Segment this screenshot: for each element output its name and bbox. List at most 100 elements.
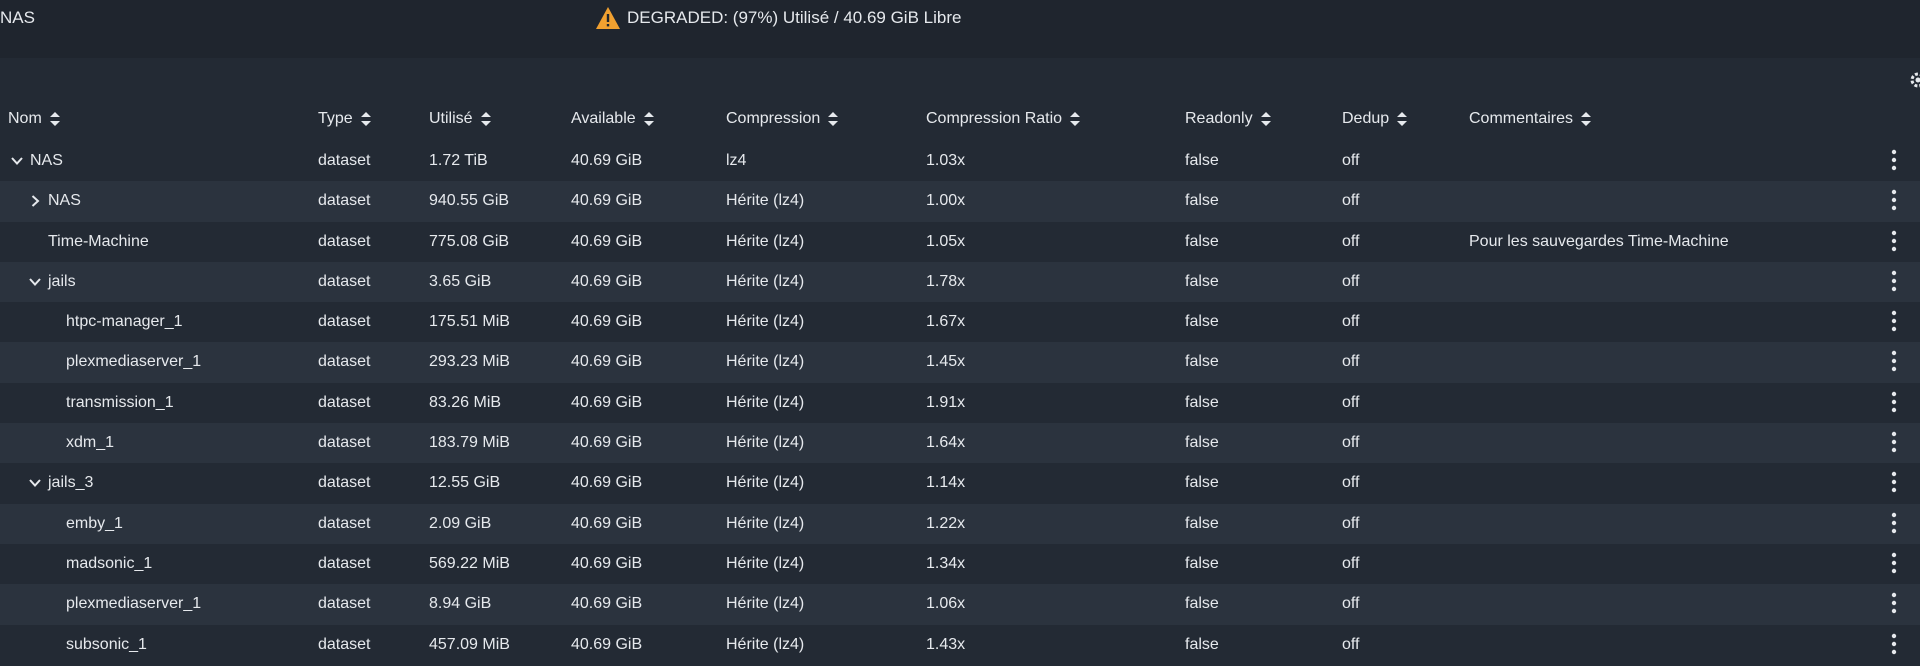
pool-status-text: DEGRADED: (97%) Utilisé / 40.69 GiB Libr…: [627, 8, 962, 27]
more-vertical-icon[interactable]: [1890, 391, 1898, 413]
more-vertical-icon[interactable]: [1890, 592, 1898, 614]
table-header: Nom Type Utilisé Available Compression C…: [0, 102, 1920, 138]
column-label: Readonly: [1185, 110, 1253, 127]
more-vertical-icon[interactable]: [1890, 189, 1898, 211]
row-available-cell: 40.69 GiB: [571, 272, 643, 290]
row-ratio-cell: 1.43x: [926, 635, 966, 653]
row-used-cell: 183.79 MiB: [429, 434, 510, 452]
row-name-cell: xdm_1: [66, 434, 114, 452]
row-available-cell: 40.69 GiB: [571, 393, 643, 411]
row-used-cell: 8.94 GiB: [429, 595, 492, 613]
column-header-comments[interactable]: Commentaires: [1469, 110, 1592, 128]
row-dedup-cell: off: [1342, 474, 1360, 492]
more-vertical-icon[interactable]: [1890, 350, 1898, 372]
dataset-name: Time-Machine: [48, 232, 149, 250]
table-row[interactable]: NAS dataset 1.72 TiB 40.69 GiB lz4 1.03x false…: [0, 141, 1920, 182]
row-compression-cell: Hérite (lz4): [726, 434, 805, 452]
column-header-available[interactable]: Available: [571, 110, 654, 128]
column-header-readonly[interactable]: Readonly: [1185, 110, 1271, 128]
table-row[interactable]: emby_1 dataset 2.09 GiB 40.69 GiB Hérite (lz…: [0, 503, 1920, 544]
row-used-cell: 293.23 MiB: [429, 353, 510, 371]
row-available-cell: 40.69 GiB: [571, 192, 643, 210]
table-row[interactable]: plexmediaserver_1 dataset 293.23 MiB 40.69 …: [0, 342, 1920, 383]
row-name-cell: Time-Machine: [48, 233, 149, 251]
column-header-compression[interactable]: Compression: [726, 110, 839, 128]
row-readonly-cell: false: [1185, 474, 1219, 492]
dataset-name: NAS: [30, 152, 63, 169]
row-compression-cell: Hérite (lz4): [726, 595, 805, 613]
dataset-name: xdm_1: [66, 434, 115, 452]
table-row[interactable]: xdm_1 dataset 183.79 MiB 40.69 GiB Hérite (l…: [0, 423, 1920, 464]
row-name-cell: NAS: [28, 192, 81, 210]
row-compression-cell: Hérite (lz4): [726, 474, 805, 492]
column-label: Compression Ratio: [926, 110, 1063, 127]
more-vertical-icon[interactable]: [1890, 431, 1898, 453]
row-readonly-cell: false: [1185, 232, 1219, 250]
row-name-cell: plexmediaserver_1: [66, 353, 201, 371]
more-vertical-icon[interactable]: [1890, 471, 1898, 493]
table-row[interactable]: jails dataset 3.65 GiB 40.69 GiB Hérite (lz4…: [0, 261, 1920, 303]
row-dedup-cell: off: [1342, 554, 1360, 572]
chevron-right-icon[interactable]: [28, 194, 42, 208]
table-row[interactable]: madsonic_1 dataset 569.22 MiB 40.69 GiB Héri…: [0, 543, 1920, 585]
table-row[interactable]: transmission_1 dataset 83.26 MiB 40.69 GiB H…: [0, 382, 1920, 424]
row-used-cell: 775.08 GiB: [429, 232, 510, 250]
more-vertical-icon[interactable]: [1890, 633, 1898, 655]
more-vertical-icon[interactable]: [1890, 270, 1898, 292]
table-row[interactable]: jails_3 dataset 12.55 GiB 40.69 GiB Hérite (…: [0, 463, 1920, 504]
sort-icon: [49, 112, 60, 126]
dataset-name: subsonic_1: [66, 635, 147, 653]
row-readonly-cell: false: [1185, 514, 1219, 532]
pool-name: NAS: [0, 8, 35, 27]
more-vertical-icon[interactable]: [1890, 230, 1898, 252]
row-ratio-cell: 1.05x: [926, 232, 966, 250]
column-label: Nom: [8, 110, 42, 127]
chevron-down-icon[interactable]: [28, 275, 42, 289]
row-ratio-cell: 1.91x: [926, 393, 966, 411]
row-used-cell: 457.09 MiB: [429, 635, 510, 653]
column-header-name[interactable]: Nom: [8, 110, 60, 128]
column-header-type[interactable]: Type: [318, 110, 371, 128]
row-compression-cell: Hérite (lz4): [726, 232, 805, 250]
row-compression-cell: Hérite (lz4): [726, 393, 805, 411]
row-readonly-cell: false: [1185, 272, 1219, 290]
row-ratio-cell: 1.03x: [926, 152, 966, 169]
dataset-table: NAS dataset 1.72 TiB 40.69 GiB lz4 1.03x false…: [0, 141, 1920, 665]
row-dedup-cell: off: [1342, 595, 1360, 613]
sort-icon: [1581, 112, 1592, 126]
row-available-cell: 40.69 GiB: [571, 434, 643, 452]
column-header-used[interactable]: Utilisé: [429, 110, 491, 128]
table-row[interactable]: plexmediaserver_1 dataset 8.94 GiB 40.69 Gi…: [0, 584, 1920, 625]
chevron-down-icon[interactable]: [10, 154, 24, 168]
row-available-cell: 40.69 GiB: [571, 635, 643, 653]
table-row[interactable]: NAS dataset 940.55 GiB 40.69 GiB Hérite (lz4…: [0, 181, 1920, 222]
table-row[interactable]: Time-Machine dataset 775.08 GiB 40.69 GiB Hé…: [0, 221, 1920, 262]
row-name-cell: NAS: [10, 152, 63, 170]
row-used-cell: 2.09 GiB: [429, 514, 492, 532]
gear-icon[interactable]: [1908, 70, 1920, 90]
row-type-cell: dataset: [318, 635, 371, 653]
row-dedup-cell: off: [1342, 192, 1360, 210]
column-header-compression-ratio[interactable]: Compression Ratio: [926, 110, 1081, 128]
dataset-name: plexmediaserver_1: [66, 353, 202, 371]
more-vertical-icon[interactable]: [1890, 310, 1898, 332]
more-vertical-icon[interactable]: [1890, 149, 1898, 171]
row-readonly-cell: false: [1185, 393, 1219, 411]
row-name-cell: madsonic_1: [66, 555, 152, 573]
table-row[interactable]: htpc-manager_1 dataset 175.51 MiB 40.69 GiB…: [0, 302, 1920, 343]
table-row[interactable]: subsonic_1 dataset 457.09 MiB 40.69 GiB Héri…: [0, 624, 1920, 665]
sort-icon: [480, 112, 491, 126]
more-vertical-icon[interactable]: [1890, 552, 1898, 574]
more-vertical-icon[interactable]: [1890, 512, 1898, 534]
row-used-cell: 175.51 MiB: [429, 313, 510, 331]
row-available-cell: 40.69 GiB: [571, 232, 643, 250]
row-available-cell: 40.69 GiB: [571, 474, 643, 492]
row-readonly-cell: false: [1185, 152, 1219, 169]
chevron-down-icon[interactable]: [28, 476, 42, 490]
row-available-cell: 40.69 GiB: [571, 353, 643, 371]
dataset-name: madsonic_1: [66, 554, 153, 572]
sort-icon: [1070, 112, 1081, 126]
row-dedup-cell: off: [1342, 232, 1360, 250]
column-header-dedup[interactable]: Dedup: [1342, 110, 1408, 128]
row-used-cell: 3.65 GiB: [429, 272, 492, 290]
